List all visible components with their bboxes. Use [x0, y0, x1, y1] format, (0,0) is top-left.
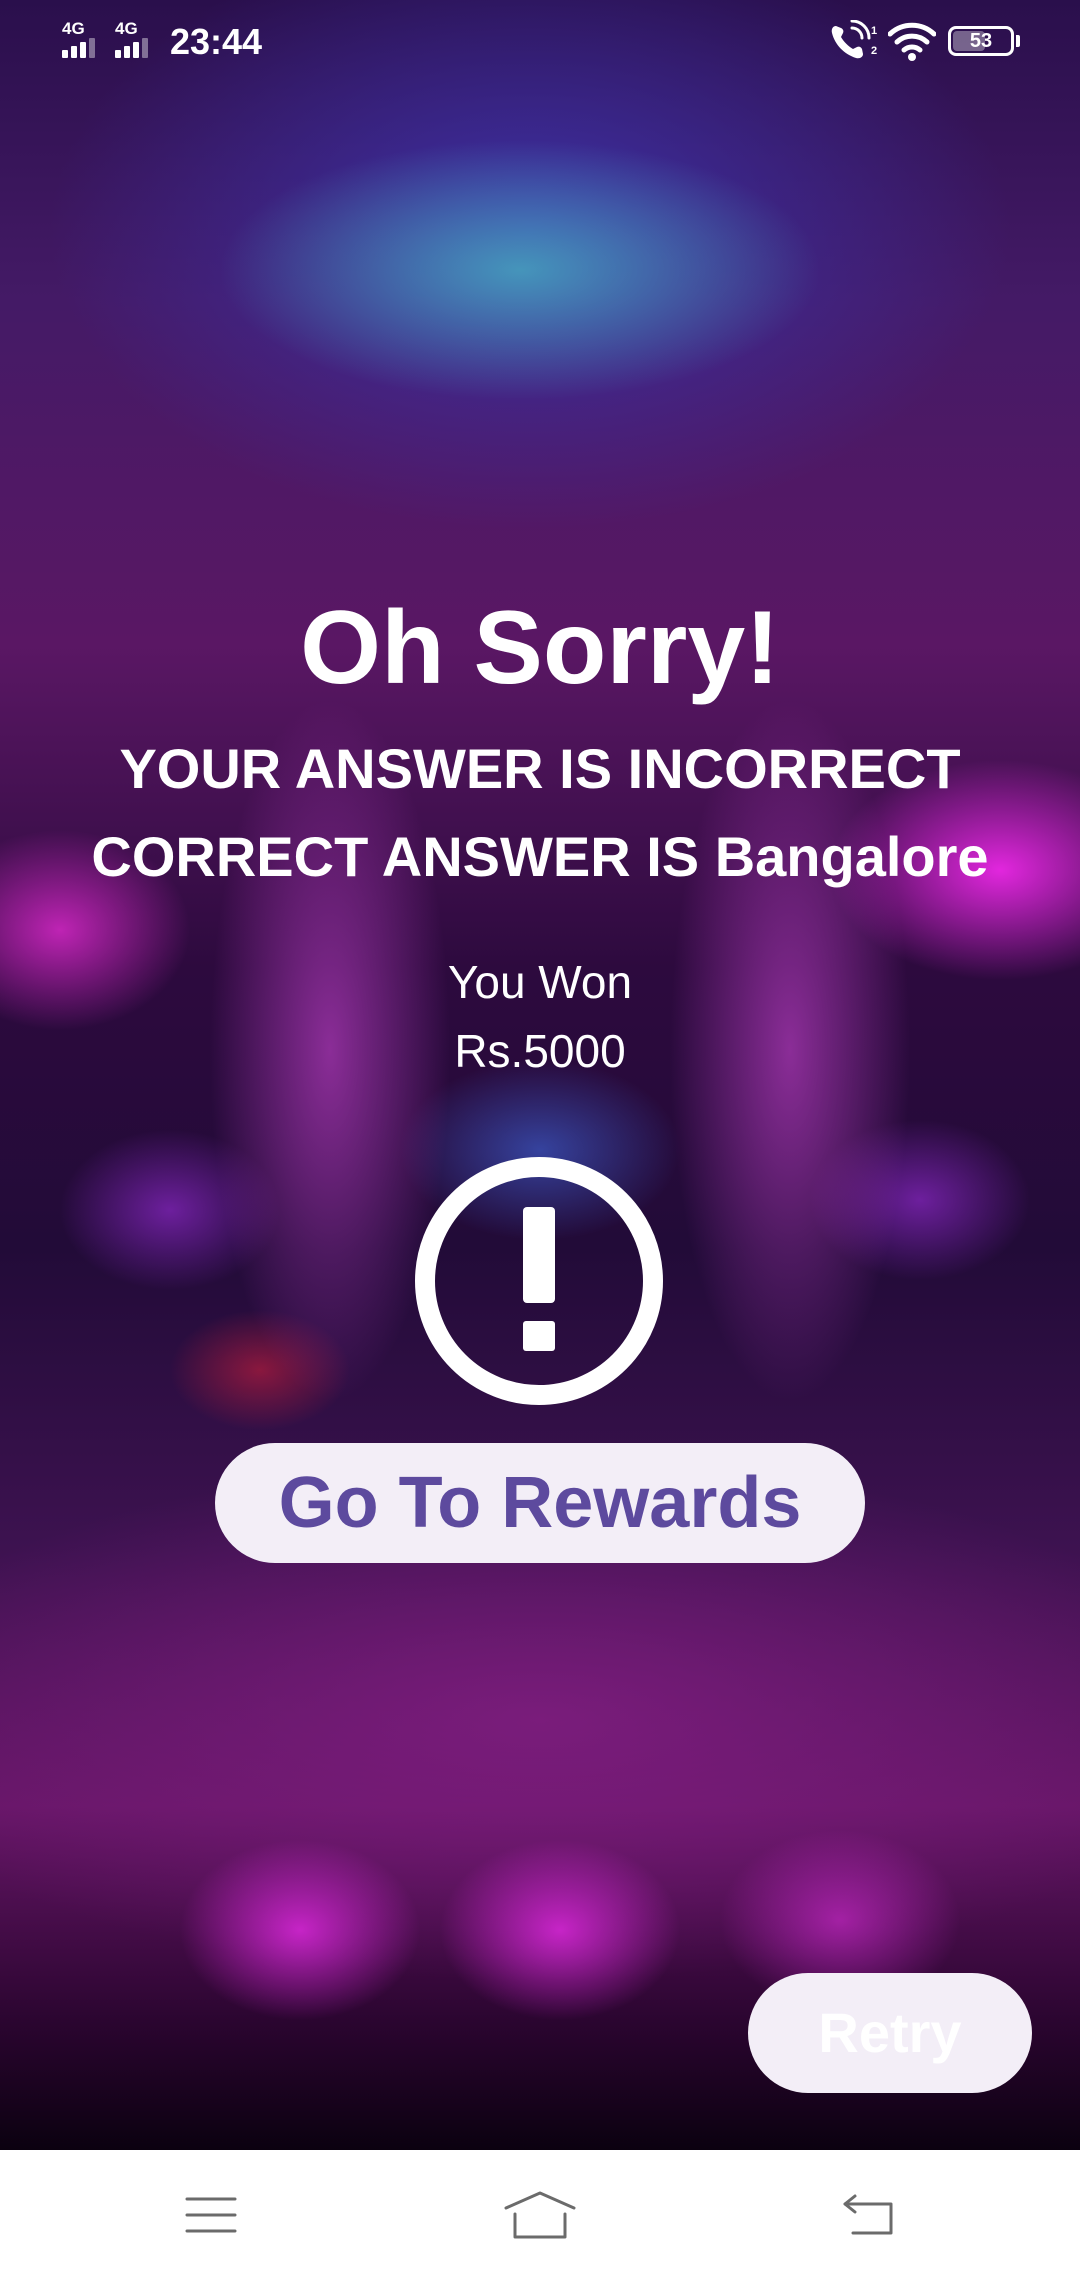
correct-answer-value: Bangalore: [714, 825, 989, 888]
clock: 23:44: [170, 21, 263, 62]
svg-text:1: 1: [871, 25, 877, 37]
battery-tip: [1016, 35, 1020, 47]
wifi-icon: [888, 22, 936, 61]
correct-answer-line: CORRECT ANSWER IS Bangalore: [0, 822, 1080, 892]
battery-icon: 53: [948, 26, 1014, 56]
status-bar: 4G 4G 23:44 1 2 53: [0, 0, 1080, 84]
sim2-signal-icon: 4G: [113, 20, 159, 60]
won-label: You Won: [447, 956, 633, 1008]
sim1-network-label: 4G: [62, 19, 85, 38]
won-amount: Rs.5000: [454, 1025, 626, 1077]
screen: 4G 4G 23:44 1 2 53 Oh Sorry! YOUR ANSWER…: [0, 0, 1080, 2280]
go-to-rewards-button[interactable]: Go To Rewards: [215, 1443, 865, 1563]
wifi-calling-icon: 1 2: [831, 20, 877, 59]
menu-button[interactable]: [131, 2150, 291, 2280]
back-button[interactable]: [789, 2150, 949, 2280]
menu-icon: [185, 2197, 237, 2233]
home-button[interactable]: [460, 2150, 620, 2280]
home-icon: [504, 2191, 576, 2239]
exclamation-circle-icon: [415, 1157, 663, 1405]
correct-answer-prefix: CORRECT ANSWER IS: [91, 825, 700, 888]
navigation-bar: [0, 2150, 1080, 2280]
sim2-network-label: 4G: [115, 19, 138, 38]
battery-level: 53: [969, 30, 993, 52]
back-icon: [843, 2194, 893, 2235]
result-title: Oh Sorry!: [300, 590, 780, 706]
sim1-signal-icon: 4G: [60, 20, 106, 60]
svg-text:2: 2: [871, 45, 877, 57]
incorrect-message: YOUR ANSWER IS INCORRECT: [119, 737, 961, 800]
retry-button[interactable]: Retry: [748, 1973, 1032, 2093]
